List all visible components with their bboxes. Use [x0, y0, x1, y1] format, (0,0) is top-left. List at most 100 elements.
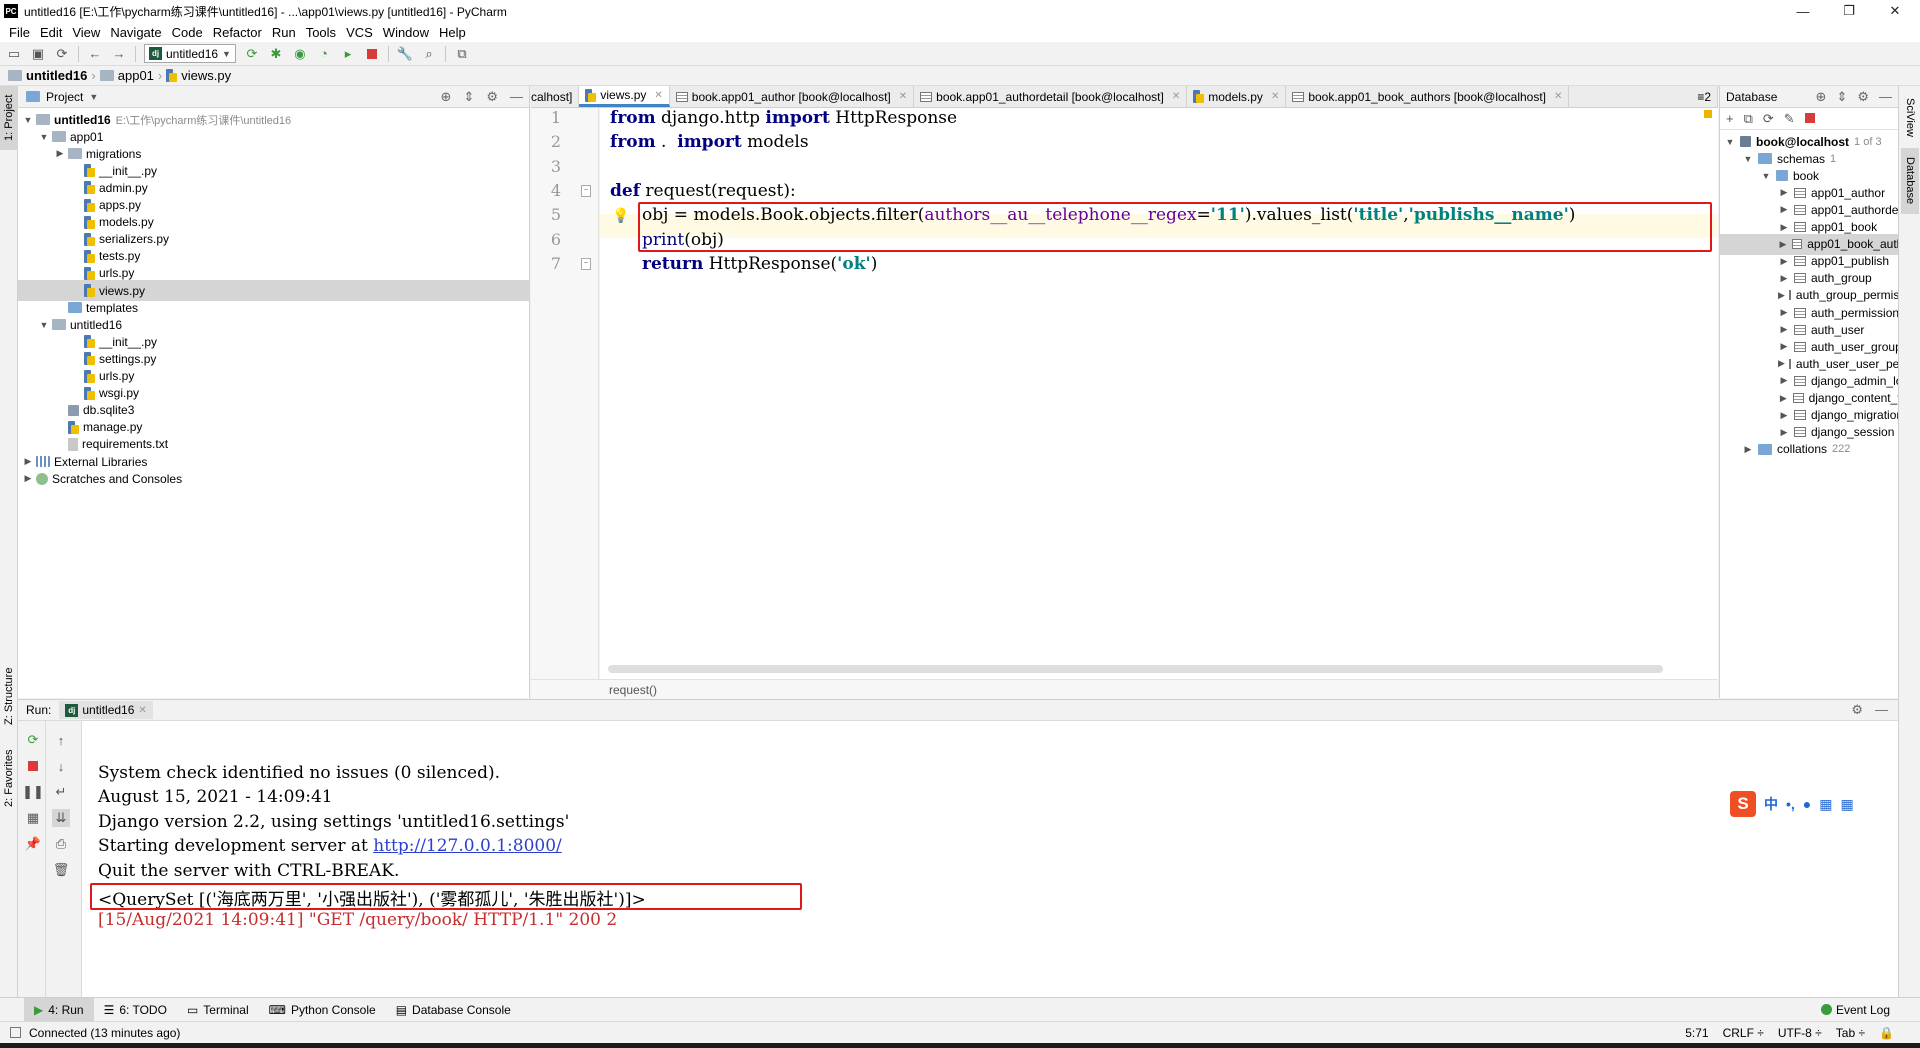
- save-all-icon[interactable]: ▣: [30, 46, 46, 62]
- inspection-status-icon[interactable]: [1704, 110, 1712, 118]
- fold-icon[interactable]: −: [581, 185, 591, 197]
- refresh-icon[interactable]: ⟳: [1763, 111, 1774, 127]
- tab-run[interactable]: ▶ 4: Run: [24, 997, 94, 1022]
- database-tree-item[interactable]: ▶ collations 222: [1720, 439, 1898, 460]
- soft-wrap-icon[interactable]: ↵: [52, 783, 70, 801]
- ime-toolbar[interactable]: S 中 •, ● ▦ ▦: [1726, 790, 1882, 818]
- editor-tab[interactable]: book.app01_authordetail [book@localhost]…: [914, 86, 1188, 107]
- trash-icon[interactable]: 🗑: [52, 861, 70, 879]
- down-arrow-icon[interactable]: ↓: [52, 757, 70, 775]
- run-tab-untitled16[interactable]: dj untitled16 ✕: [59, 701, 153, 719]
- chevron-right-icon[interactable]: ▶: [1778, 307, 1790, 318]
- chevron-right-icon[interactable]: ▶: [1778, 375, 1790, 386]
- up-arrow-icon[interactable]: ↑: [52, 731, 70, 749]
- chevron-right-icon[interactable]: ▶: [1778, 256, 1790, 267]
- gear-icon[interactable]: ⚙: [486, 89, 498, 105]
- close-icon[interactable]: ✕: [1172, 91, 1180, 102]
- chevron-right-icon[interactable]: ▶: [1742, 444, 1754, 455]
- chevron-right-icon[interactable]: ▶: [1778, 290, 1785, 301]
- code-line-1[interactable]: from django.http import HttpResponse: [610, 108, 957, 128]
- fold-icon[interactable]: −: [581, 258, 591, 270]
- ime-punct-icon[interactable]: •,: [1786, 796, 1795, 812]
- horizontal-scrollbar[interactable]: [608, 665, 1663, 673]
- hide-icon[interactable]: —: [1879, 89, 1892, 105]
- event-log-button[interactable]: Event Log: [1820, 1003, 1890, 1017]
- database-tool-tab[interactable]: Database: [1901, 148, 1919, 214]
- microphone-icon[interactable]: ●: [1803, 796, 1811, 812]
- print-icon[interactable]: ⎙: [52, 835, 70, 853]
- project-tool-tab[interactable]: 1: Project: [0, 86, 18, 150]
- maximize-button[interactable]: ❐: [1826, 0, 1872, 22]
- search-icon[interactable]: ⌕: [421, 46, 437, 62]
- chevron-right-icon[interactable]: ▶: [22, 473, 34, 484]
- close-button[interactable]: ✕: [1872, 0, 1918, 22]
- line-separator[interactable]: CRLF ÷: [1723, 1026, 1764, 1040]
- collapse-all-icon[interactable]: ⇕: [463, 89, 474, 105]
- chevron-right-icon[interactable]: ▶: [1778, 410, 1790, 421]
- stop-icon[interactable]: [1804, 111, 1815, 126]
- open-folder-icon[interactable]: ▭: [6, 46, 22, 62]
- favorites-tool-tab[interactable]: 2: Favorites: [0, 736, 18, 820]
- editor-tab[interactable]: calhost]: [531, 86, 580, 107]
- menu-file[interactable]: File: [4, 25, 35, 40]
- vcs-icon[interactable]: ⧉: [454, 46, 470, 62]
- close-icon[interactable]: ✕: [899, 91, 907, 102]
- pin-icon[interactable]: 📌: [24, 835, 42, 853]
- tab-overflow-button[interactable]: ≡2: [1691, 86, 1718, 107]
- stop-icon[interactable]: [24, 757, 42, 775]
- chevron-right-icon[interactable]: ▶: [1778, 427, 1790, 438]
- chevron-right-icon[interactable]: ▶: [1778, 341, 1790, 352]
- close-icon[interactable]: ✕: [654, 90, 662, 101]
- editor-tab[interactable]: models.py ✕: [1187, 86, 1287, 107]
- back-arrow-icon[interactable]: ←: [87, 46, 103, 62]
- server-url-link[interactable]: http://127.0.0.1:8000/: [373, 836, 562, 856]
- forward-arrow-icon[interactable]: →: [111, 46, 127, 62]
- rerun-icon[interactable]: ⟳: [24, 731, 42, 749]
- code-line-2[interactable]: from . import models: [610, 132, 809, 152]
- editor-tab[interactable]: book.app01_author [book@localhost] ✕: [670, 86, 915, 107]
- close-icon[interactable]: ✕: [1271, 91, 1279, 102]
- chevron-down-icon[interactable]: ▼: [1742, 154, 1754, 164]
- editor-tab[interactable]: views.py ✕: [579, 86, 670, 107]
- editor-tab[interactable]: book.app01_book_authors [book@localhost]…: [1286, 86, 1570, 107]
- chevron-right-icon[interactable]: ▶: [1778, 239, 1788, 250]
- menu-vcs[interactable]: VCS: [341, 25, 378, 40]
- chevron-right-icon[interactable]: ▶: [1778, 222, 1790, 233]
- copy-icon[interactable]: ⧉: [1744, 111, 1753, 127]
- grid-icon[interactable]: ▦: [1841, 796, 1854, 813]
- chevron-down-icon[interactable]: ▼: [38, 132, 50, 142]
- code-editor[interactable]: from django.http import HttpResponse fro…: [600, 108, 1718, 679]
- structure-tool-tab[interactable]: Z: Structure: [0, 654, 18, 738]
- lock-icon[interactable]: 🔒: [1879, 1026, 1894, 1040]
- minimize-button[interactable]: —: [1780, 0, 1826, 22]
- locate-icon[interactable]: ⊕: [1816, 89, 1827, 105]
- chevron-down-icon[interactable]: ▼: [89, 92, 98, 102]
- menu-tools[interactable]: Tools: [301, 25, 341, 40]
- menu-help[interactable]: Help: [434, 25, 471, 40]
- hide-icon[interactable]: —: [510, 89, 523, 105]
- file-encoding[interactable]: UTF-8 ÷: [1778, 1026, 1822, 1040]
- chevron-right-icon[interactable]: ▶: [1778, 393, 1789, 404]
- tab-todo[interactable]: ☰ 6: TODO: [94, 998, 177, 1022]
- sync-icon[interactable]: ⟳: [54, 46, 70, 62]
- run-console[interactable]: System check identified no issues (0 sil…: [82, 721, 1898, 997]
- lightbulb-icon[interactable]: 💡: [612, 207, 629, 223]
- chevron-right-icon[interactable]: ▶: [1778, 358, 1785, 369]
- keyboard-icon[interactable]: ▦: [1819, 796, 1832, 813]
- add-icon[interactable]: +: [1726, 111, 1734, 126]
- chevron-down-icon[interactable]: ▼: [1760, 171, 1772, 181]
- tab-python-console[interactable]: ⌨ Python Console: [259, 998, 386, 1022]
- locate-icon[interactable]: ⊕: [441, 89, 452, 105]
- chevron-right-icon[interactable]: ▶: [22, 456, 34, 467]
- tab-terminal[interactable]: ▭ Terminal: [177, 998, 259, 1022]
- breadcrumb-item-views[interactable]: views.py: [181, 68, 231, 83]
- stop-icon[interactable]: [364, 46, 380, 62]
- project-panel-title[interactable]: Project: [46, 90, 83, 104]
- code-line-4[interactable]: def request(request):: [610, 181, 796, 201]
- close-icon[interactable]: ✕: [138, 705, 146, 716]
- menu-edit[interactable]: Edit: [35, 25, 67, 40]
- chevron-down-icon[interactable]: ▼: [22, 115, 34, 125]
- menu-run[interactable]: Run: [267, 25, 301, 40]
- menu-navigate[interactable]: Navigate: [105, 25, 166, 40]
- close-icon[interactable]: ✕: [1554, 91, 1562, 102]
